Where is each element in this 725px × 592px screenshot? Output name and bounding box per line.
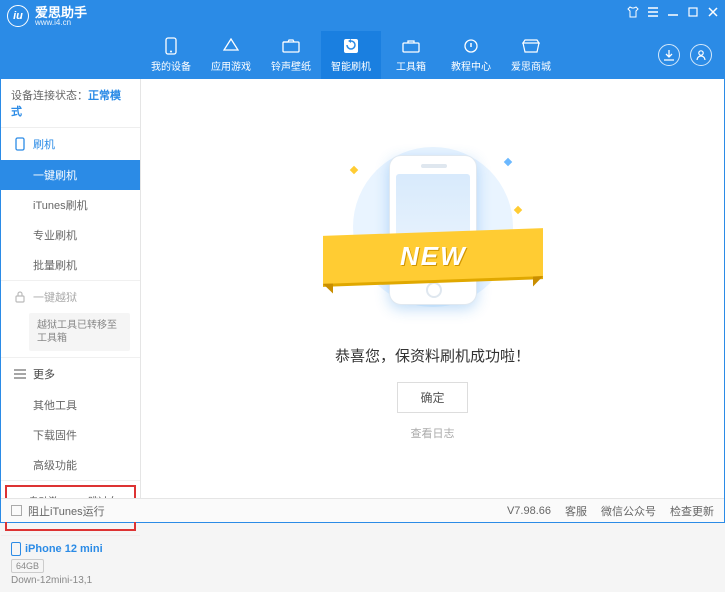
block-itunes-label: 阻止iTunes运行: [28, 503, 105, 519]
sidebar-item-other-tools[interactable]: 其他工具: [1, 390, 140, 420]
nav-toolbox[interactable]: 工具箱: [381, 31, 441, 79]
main-content: NEW 恭喜您，保资料刷机成功啦！ 确定 查看日志: [141, 79, 724, 498]
download-button[interactable]: [658, 44, 680, 66]
sidebar-item-batch-flash[interactable]: 批量刷机: [1, 250, 140, 280]
logo-icon: iu: [7, 5, 29, 27]
user-button[interactable]: [690, 44, 712, 66]
nav-label: 铃声壁纸: [271, 58, 311, 73]
sidebar-item-pro-flash[interactable]: 专业刷机: [1, 220, 140, 250]
refresh-icon: [342, 37, 360, 55]
store-icon: [522, 37, 540, 55]
folder-icon: [282, 37, 300, 55]
connection-status: 设备连接状态：正常模式: [1, 79, 140, 128]
nav-my-device[interactable]: 我的设备: [141, 31, 201, 79]
maximize-icon[interactable]: [686, 5, 700, 19]
toolbox-icon: [402, 37, 420, 55]
apps-icon: [222, 37, 240, 55]
success-message: 恭喜您，保资料刷机成功啦！: [335, 345, 530, 366]
menu-icon: [13, 367, 27, 381]
category-more[interactable]: 更多: [1, 358, 140, 390]
sidebar-item-download-firmware[interactable]: 下载固件: [1, 420, 140, 450]
phone-icon: [11, 542, 21, 556]
app-url: www.i4.cn: [35, 19, 87, 27]
service-link[interactable]: 客服: [565, 503, 587, 519]
status-bar: 阻止iTunes运行 V7.98.66 客服 微信公众号 检查更新: [1, 498, 724, 522]
device-storage: 64GB: [11, 559, 44, 573]
minimize-icon[interactable]: [666, 5, 680, 19]
success-illustration: NEW: [333, 137, 533, 317]
nav-apps-games[interactable]: 应用游戏: [201, 31, 261, 79]
phone-icon: [13, 137, 27, 151]
wechat-link[interactable]: 微信公众号: [601, 503, 656, 519]
lock-icon: [13, 290, 27, 304]
app-name: 爱思助手: [35, 6, 87, 19]
ok-button[interactable]: 确定: [397, 382, 467, 413]
nav-tutorial[interactable]: 教程中心: [441, 31, 501, 79]
nav-label: 爱思商城: [511, 58, 551, 73]
category-flash[interactable]: 刷机: [1, 128, 140, 160]
ribbon-text: NEW: [399, 240, 466, 271]
nav-label: 应用游戏: [211, 58, 251, 73]
title-bar: iu 爱思助手 www.i4.cn: [1, 1, 724, 31]
version-label: V7.98.66: [507, 505, 551, 517]
device-item[interactable]: iPhone 12 mini: [11, 542, 130, 556]
nav-smart-flash[interactable]: 智能刷机: [321, 31, 381, 79]
main-nav: 我的设备 应用游戏 铃声壁纸 智能刷机 工具箱 教程中心: [1, 31, 724, 79]
sidebar-item-itunes-flash[interactable]: iTunes刷机: [1, 190, 140, 220]
status-label: 设备连接状态：: [11, 90, 88, 102]
close-icon[interactable]: [706, 5, 720, 19]
category-label: 刷机: [33, 136, 55, 152]
jailbreak-note: 越狱工具已转移至工具箱: [29, 313, 130, 351]
nav-label: 教程中心: [451, 58, 491, 73]
sidebar-item-advanced[interactable]: 高级功能: [1, 450, 140, 480]
device-firmware: Down-12mini-13,1: [11, 575, 130, 586]
device-name: iPhone 12 mini: [25, 543, 103, 555]
nav-label: 智能刷机: [331, 58, 371, 73]
nav-store[interactable]: 爱思商城: [501, 31, 561, 79]
check-update-link[interactable]: 检查更新: [670, 503, 714, 519]
category-jailbreak[interactable]: 一键越狱: [1, 281, 140, 313]
category-label: 一键越狱: [33, 289, 77, 305]
menu-icon[interactable]: [646, 5, 660, 19]
view-log-link[interactable]: 查看日志: [411, 425, 455, 441]
device-block: iPhone 12 mini 64GB Down-12mini-13,1: [1, 535, 140, 592]
app-logo: iu 爱思助手 www.i4.cn: [7, 5, 87, 27]
checkbox-block-itunes[interactable]: [11, 505, 22, 516]
nav-label: 我的设备: [151, 58, 191, 73]
nav-label: 工具箱: [396, 58, 426, 73]
sidebar: 设备连接状态：正常模式 刷机 一键刷机 iTunes刷机 专业刷机 批量刷机 一…: [1, 79, 141, 498]
book-icon: [462, 37, 480, 55]
sidebar-item-oneclick-flash[interactable]: 一键刷机: [1, 160, 140, 190]
nav-ringtone-wallpaper[interactable]: 铃声壁纸: [261, 31, 321, 79]
category-label: 更多: [33, 366, 55, 382]
skin-icon[interactable]: [626, 5, 640, 19]
phone-icon: [162, 37, 180, 55]
